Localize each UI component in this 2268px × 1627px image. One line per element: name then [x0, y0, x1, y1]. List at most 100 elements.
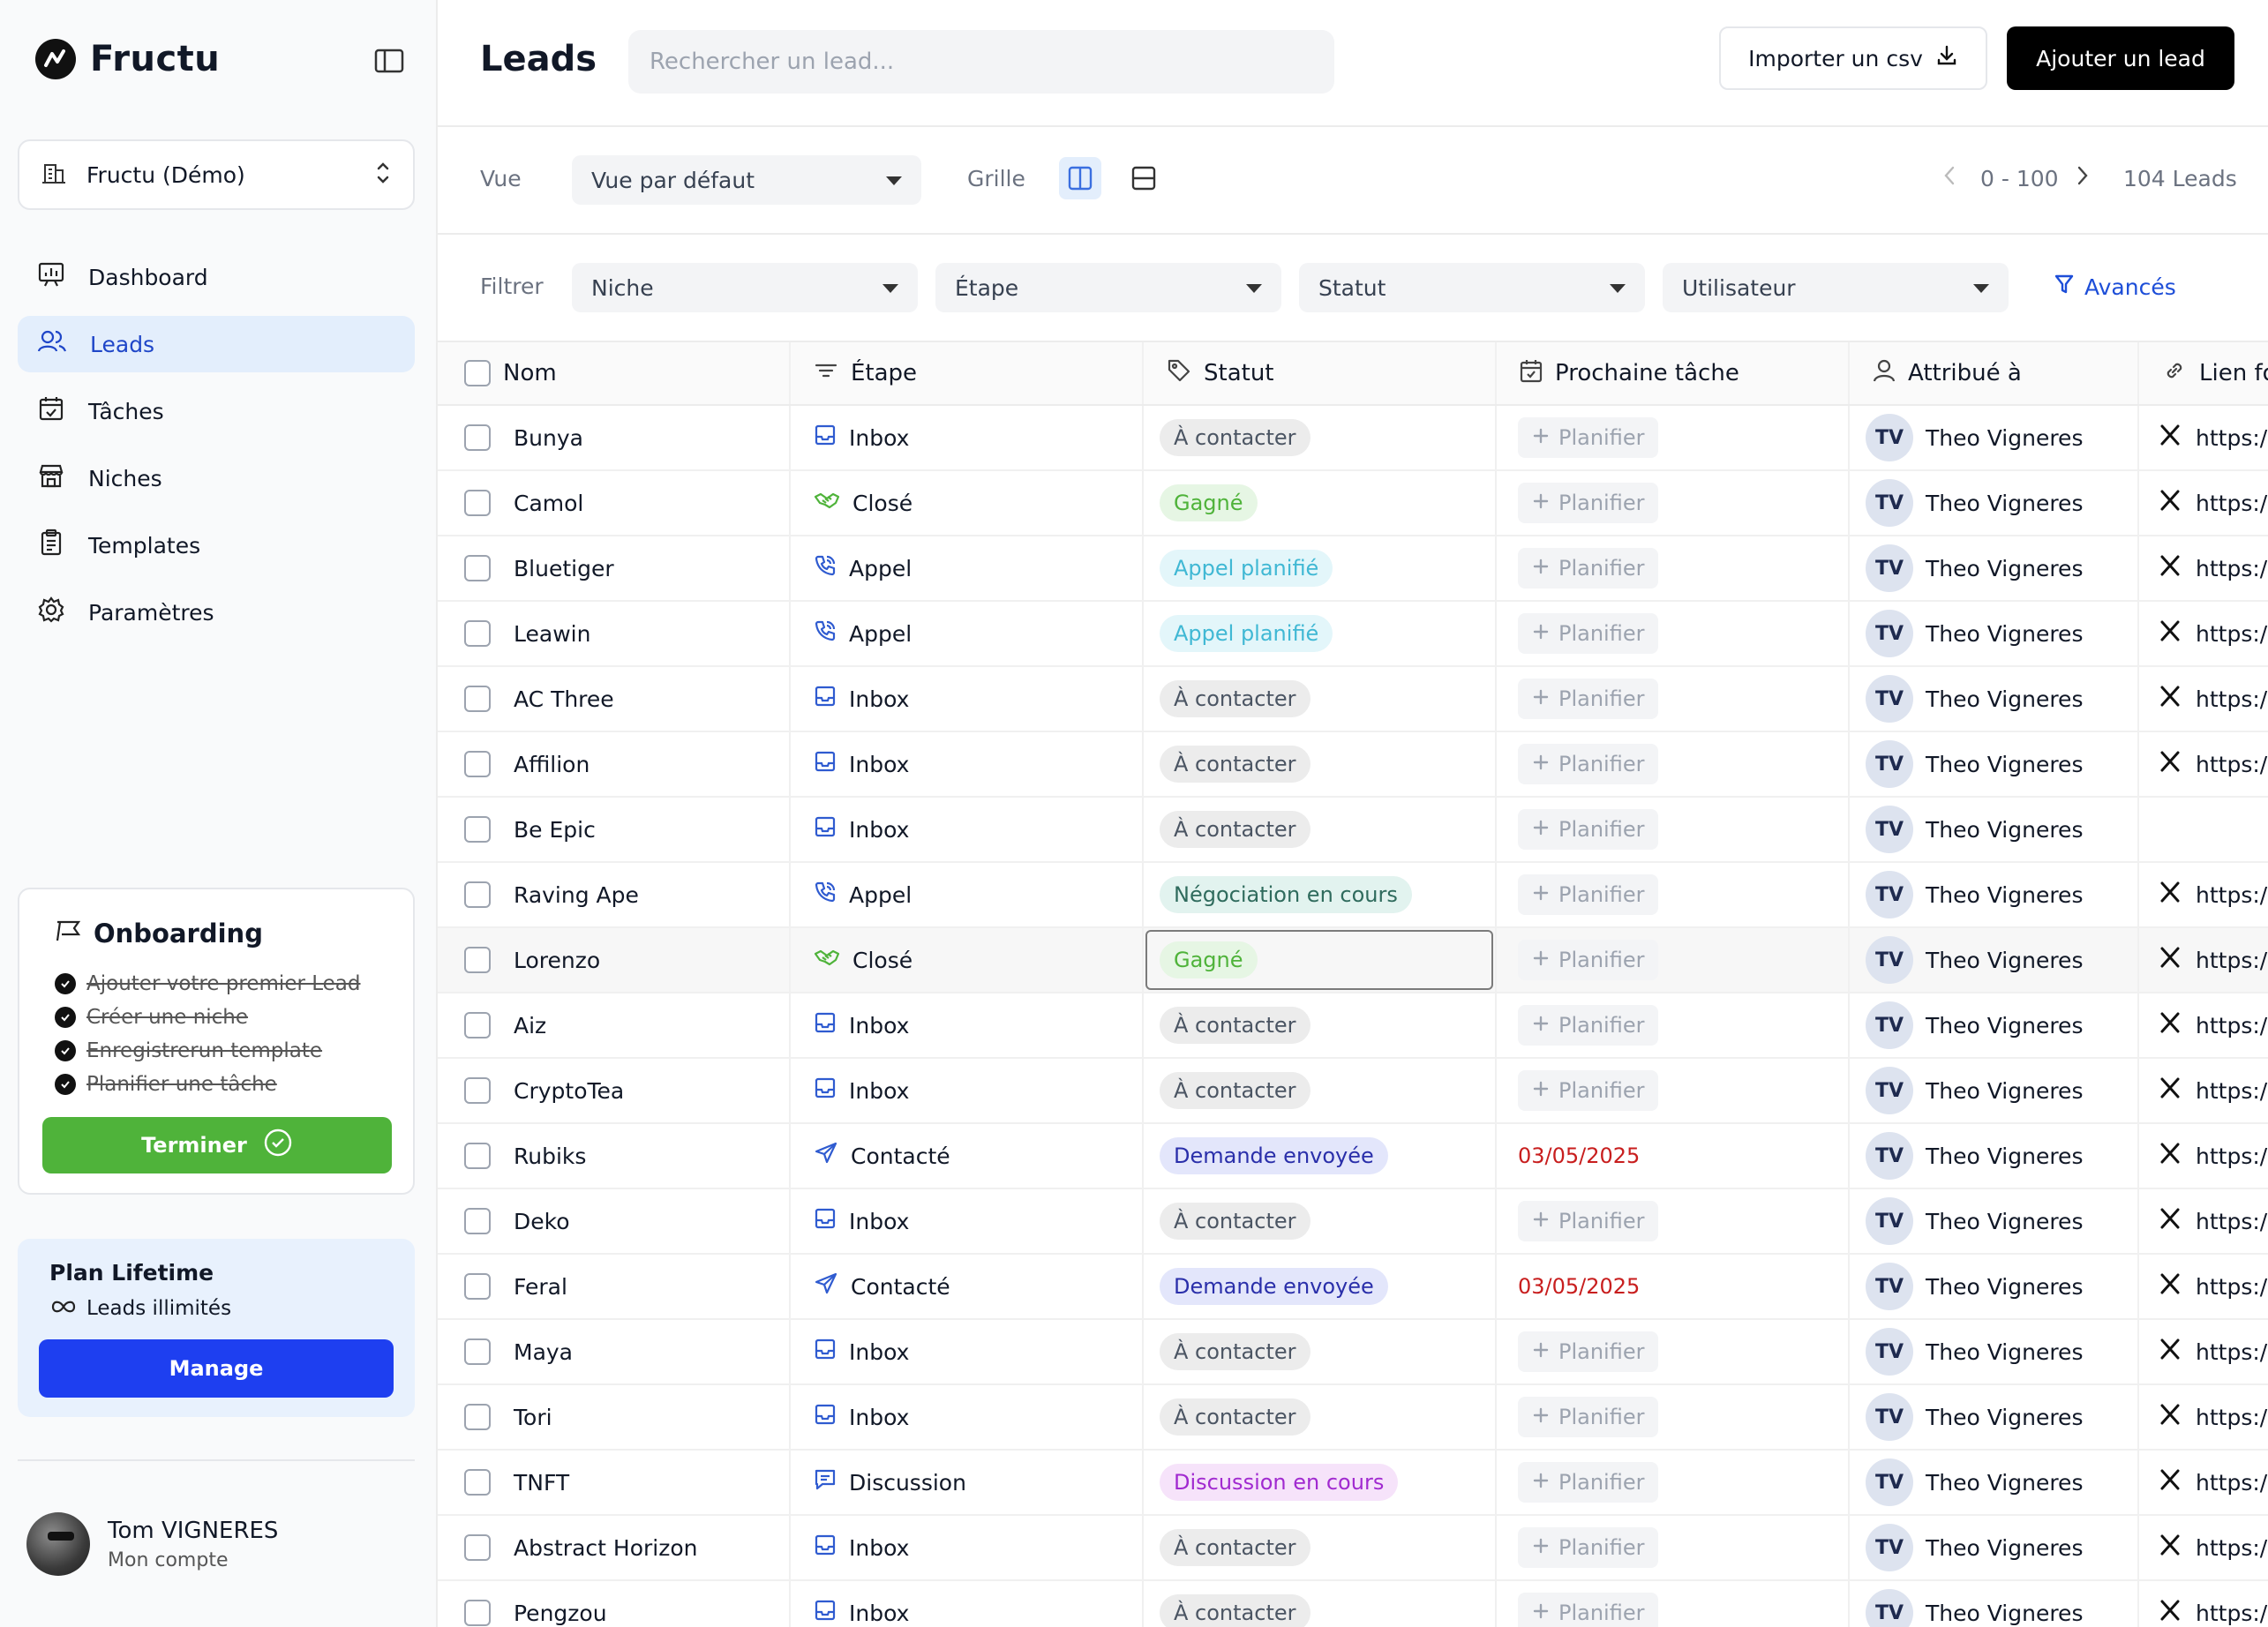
link-text[interactable]: https:/ — [2196, 1470, 2267, 1496]
table-row[interactable]: Tori Inbox À contacter Planifier TV Theo… — [438, 1385, 2268, 1451]
row-checkbox[interactable] — [464, 1338, 491, 1365]
row-checkbox[interactable] — [464, 686, 491, 712]
cell-stage[interactable]: Discussion — [791, 1451, 1144, 1514]
lead-name[interactable]: Abstract Horizon — [514, 1535, 697, 1561]
cell-assigned[interactable]: TV Theo Vigneres — [1850, 863, 2139, 926]
cell-task[interactable]: Planifier — [1497, 1189, 1850, 1253]
lead-name[interactable]: TNFT — [514, 1470, 569, 1496]
row-checkbox[interactable] — [464, 1273, 491, 1300]
cell-assigned[interactable]: TV Theo Vigneres — [1850, 1124, 2139, 1188]
cell-status[interactable]: À contacter — [1144, 406, 1497, 469]
cell-assigned[interactable]: TV Theo Vigneres — [1850, 798, 2139, 861]
account-menu[interactable]: Tom VIGNERES Mon compte — [26, 1512, 278, 1576]
lead-name[interactable]: Leawin — [514, 621, 590, 647]
nav-item-templates[interactable]: Templates — [18, 517, 415, 574]
cell-status[interactable]: À contacter — [1144, 1059, 1497, 1122]
cell-task[interactable]: Planifier — [1497, 863, 1850, 926]
table-row[interactable]: Aiz Inbox À contacter Planifier TV Theo … — [438, 993, 2268, 1059]
planifier-button[interactable]: Planifier — [1518, 613, 1659, 654]
planifier-button[interactable]: Planifier — [1518, 940, 1659, 980]
cell-task[interactable]: Planifier — [1497, 1516, 1850, 1579]
cell-status[interactable]: Gagné — [1144, 928, 1497, 992]
lead-name[interactable]: AC Three — [514, 686, 614, 712]
cell-task[interactable]: Planifier — [1497, 536, 1850, 600]
table-row[interactable]: Camol Closé Gagné Planifier TV Theo Vign… — [438, 471, 2268, 536]
sidebar-toggle-icon[interactable] — [374, 48, 404, 74]
table-row[interactable]: TNFT Discussion Discussion en cours Plan… — [438, 1451, 2268, 1516]
cell-task[interactable]: Planifier — [1497, 1320, 1850, 1383]
lead-name[interactable]: Camol — [514, 491, 583, 516]
cell-assigned[interactable]: TV Theo Vigneres — [1850, 1255, 2139, 1318]
cell-assigned[interactable]: TV Theo Vigneres — [1850, 1320, 2139, 1383]
planifier-button[interactable]: Planifier — [1518, 483, 1659, 523]
lead-name[interactable]: Aiz — [514, 1013, 546, 1038]
nav-item-dashboard[interactable]: Dashboard — [18, 249, 415, 305]
advanced-filters-button[interactable]: Avancés — [2054, 274, 2176, 300]
cell-stage[interactable]: Inbox — [791, 667, 1144, 731]
view-select[interactable]: Vue par défaut — [572, 155, 921, 205]
cell-assigned[interactable]: TV Theo Vigneres — [1850, 993, 2139, 1057]
table-row[interactable]: Feral Contacté Demande envoyée 03/05/202… — [438, 1255, 2268, 1320]
cell-assigned[interactable]: TV Theo Vigneres — [1850, 1385, 2139, 1449]
planifier-button[interactable]: Planifier — [1518, 809, 1659, 850]
planifier-button[interactable]: Planifier — [1518, 1331, 1659, 1372]
cell-stage[interactable]: Appel — [791, 863, 1144, 926]
onboarding-item[interactable]: Enregistrerun template — [55, 1034, 361, 1068]
link-text[interactable]: https:/ — [2196, 1274, 2267, 1300]
link-text[interactable]: https:/ — [2196, 1339, 2267, 1365]
cell-status[interactable]: Négociation en cours — [1144, 863, 1497, 926]
task-date[interactable]: 03/05/2025 — [1518, 1143, 1640, 1168]
task-date[interactable]: 03/05/2025 — [1518, 1274, 1640, 1299]
nav-item-parametres[interactable]: Paramètres — [18, 584, 415, 641]
cell-stage[interactable]: Inbox — [791, 1581, 1144, 1627]
cell-task[interactable]: Planifier — [1497, 406, 1850, 469]
cell-status[interactable]: À contacter — [1144, 732, 1497, 796]
cell-status[interactable]: Appel planifié — [1144, 536, 1497, 600]
row-checkbox[interactable] — [464, 1012, 491, 1038]
planifier-button[interactable]: Planifier — [1518, 1201, 1659, 1241]
cell-stage[interactable]: Closé — [791, 471, 1144, 535]
planifier-button[interactable]: Planifier — [1518, 548, 1659, 589]
link-text[interactable]: https:/ — [2196, 556, 2267, 581]
row-checkbox[interactable] — [464, 620, 491, 647]
import-csv-button[interactable]: Importer un csv — [1719, 26, 1987, 90]
cell-stage[interactable]: Appel — [791, 602, 1144, 665]
column-header-stage[interactable]: Étape — [791, 342, 1144, 404]
cell-assigned[interactable]: TV Theo Vigneres — [1850, 1451, 2139, 1514]
cell-assigned[interactable]: TV Theo Vigneres — [1850, 1189, 2139, 1253]
table-row[interactable]: Maya Inbox À contacter Planifier TV Theo… — [438, 1320, 2268, 1385]
cell-stage[interactable]: Inbox — [791, 732, 1144, 796]
lead-name[interactable]: Tori — [514, 1405, 552, 1430]
column-header-name[interactable]: Nom — [438, 342, 791, 404]
lead-name[interactable]: Feral — [514, 1274, 567, 1300]
planifier-button[interactable]: Planifier — [1518, 1593, 1659, 1627]
cell-assigned[interactable]: TV Theo Vigneres — [1850, 406, 2139, 469]
cell-stage[interactable]: Inbox — [791, 798, 1144, 861]
table-row[interactable]: Pengzou Inbox À contacter Planifier TV T… — [438, 1581, 2268, 1627]
link-text[interactable]: https:/ — [2196, 1078, 2267, 1104]
cell-assigned[interactable]: TV Theo Vigneres — [1850, 602, 2139, 665]
cell-stage[interactable]: Inbox — [791, 993, 1144, 1057]
cell-task[interactable]: Planifier — [1497, 798, 1850, 861]
table-row[interactable]: Bunya Inbox À contacter Planifier TV The… — [438, 406, 2268, 471]
row-checkbox[interactable] — [464, 1077, 491, 1104]
link-text[interactable]: https:/ — [2196, 1535, 2267, 1561]
column-header-assigned[interactable]: Attribué à — [1850, 342, 2139, 404]
link-text[interactable]: https:/ — [2196, 1405, 2267, 1430]
prev-page-icon[interactable] — [1942, 164, 1956, 192]
row-checkbox[interactable] — [464, 424, 491, 451]
cell-assigned[interactable]: TV Theo Vigneres — [1850, 1581, 2139, 1627]
planifier-button[interactable]: Planifier — [1518, 1462, 1659, 1503]
cell-stage[interactable]: Appel — [791, 536, 1144, 600]
link-text[interactable]: https:/ — [2196, 686, 2267, 712]
niche-filter[interactable]: Niche — [572, 263, 918, 312]
cell-stage[interactable]: Inbox — [791, 1189, 1144, 1253]
row-checkbox[interactable] — [464, 751, 491, 777]
cell-assigned[interactable]: TV Theo Vigneres — [1850, 732, 2139, 796]
lead-name[interactable]: Be Epic — [514, 817, 596, 843]
row-checkbox[interactable] — [464, 1404, 491, 1430]
cell-status[interactable]: À contacter — [1144, 993, 1497, 1057]
row-checkbox[interactable] — [464, 1208, 491, 1234]
row-checkbox[interactable] — [464, 1143, 491, 1169]
table-row[interactable]: Affilion Inbox À contacter Planifier TV … — [438, 732, 2268, 798]
